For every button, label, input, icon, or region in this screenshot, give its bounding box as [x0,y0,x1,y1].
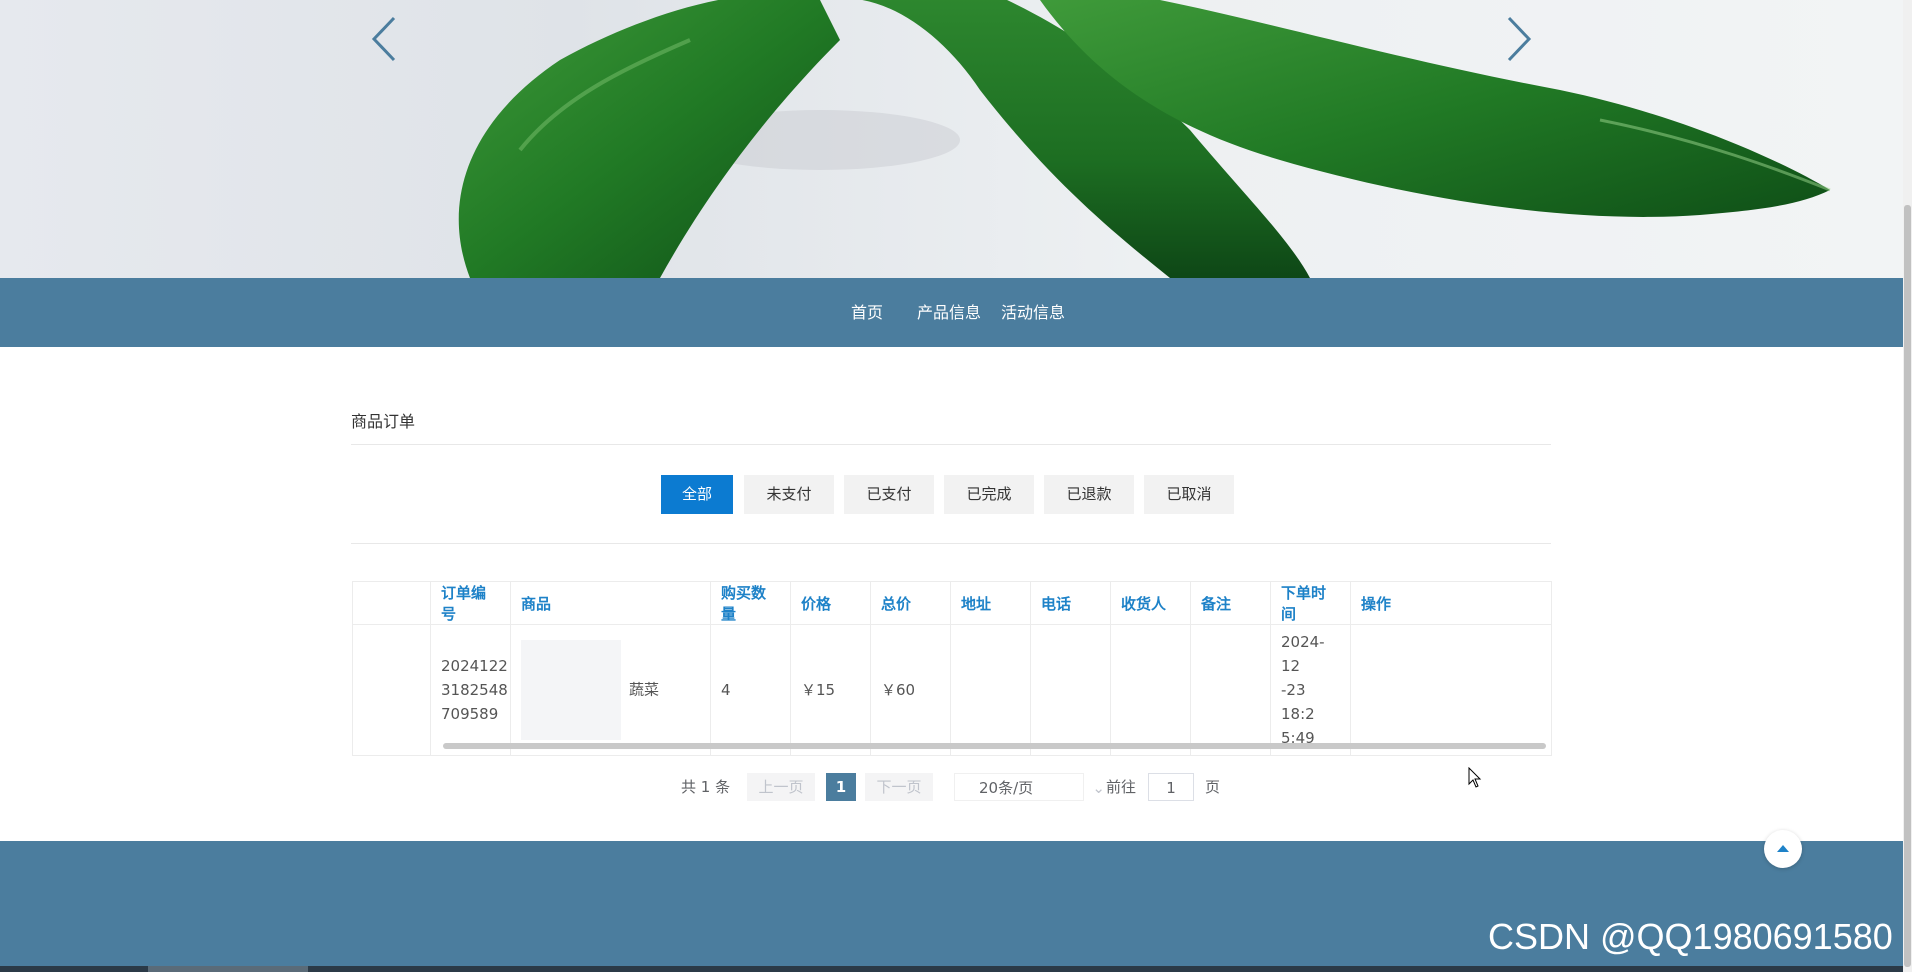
cucumber-image [458,0,1831,278]
header-address: 地址 [950,581,1031,625]
tab-unpaid[interactable]: 未支付 [744,475,834,514]
cell-total: ￥60 [870,624,951,756]
bottom-strip [0,966,1903,972]
table-horizontal-scrollbar[interactable] [443,743,1546,749]
cell-note [1190,624,1271,756]
pagination-goto-label: 前往 [1106,778,1137,796]
page-scrollbar[interactable] [1903,0,1912,972]
header-note: 备注 [1190,581,1271,625]
header-receiver: 收货人 [1110,581,1191,625]
divider [351,444,1551,445]
header-price: 价格 [790,581,871,625]
header-order-time: 下单时间 [1270,581,1351,625]
pagination-next-button[interactable]: 下一页 [865,773,933,801]
page-size-value: 20条/页 [979,779,1034,797]
carousel-prev-button[interactable] [366,14,406,64]
nav-products[interactable]: 产品信息 [917,278,981,347]
table-row[interactable]: 2024122 3182548 709589 蔬菜 4 ￥15 ￥60 2024… [352,624,1552,756]
cell-phone [1030,624,1111,756]
chevron-left-icon [371,16,396,62]
cell-product: 蔬菜 [510,624,711,756]
cell-receiver [1110,624,1191,756]
main-nav: 首页 产品信息 活动信息 [0,278,1903,347]
header-select [352,581,431,625]
product-name: 蔬菜 [629,680,660,699]
cell-quantity: 4 [710,624,791,756]
header-quantity: 购买数量 [710,581,791,625]
cell-order-time: 2024-12 -23 18:2 5:49 [1270,624,1351,756]
tab-paid[interactable]: 已支付 [844,475,934,514]
tab-all[interactable]: 全部 [661,475,733,514]
caret-up-icon [1777,845,1789,852]
page-title: 商品订单 [351,412,416,431]
watermark: CSDN @QQ1980691580 [1488,916,1893,957]
back-to-top-button[interactable] [1764,830,1802,868]
tab-completed[interactable]: 已完成 [944,475,1034,514]
cell-price: ￥15 [790,624,871,756]
hero-banner [0,0,1903,278]
pagination-page-suffix: 页 [1205,778,1221,796]
tab-refunded[interactable]: 已退款 [1044,475,1134,514]
header-action: 操作 [1350,581,1552,625]
pagination-total: 共 1 条 [681,778,731,796]
carousel-next-button[interactable] [1497,14,1537,64]
header-product: 商品 [510,581,711,625]
cell-order-no: 2024122 3182548 709589 [430,624,511,756]
nav-activities[interactable]: 活动信息 [1001,278,1065,347]
orders-table: 订单编号 商品 购买数量 价格 总价 地址 电话 收货人 备注 下单时间 操作 … [352,581,1552,756]
cell-address [950,624,1031,756]
cell-action[interactable] [1350,624,1552,756]
header-phone: 电话 [1030,581,1111,625]
pagination-goto-input[interactable]: 1 [1148,773,1194,801]
header-order-no: 订单编号 [430,581,511,625]
cell-select [352,624,431,756]
header-total: 总价 [870,581,951,625]
scrollbar-thumb[interactable] [1904,205,1911,967]
table-header-row: 订单编号 商品 购买数量 价格 总价 地址 电话 收货人 备注 下单时间 操作 [352,581,1552,625]
pagination-page-1[interactable]: 1 [826,773,856,801]
chevron-down-icon: ⌄ [1092,779,1105,797]
page-size-select[interactable]: 20条/页 ⌄ [954,773,1105,801]
mouse-cursor-icon [1468,767,1482,788]
pagination-prev-button[interactable]: 上一页 [747,773,815,801]
divider [351,543,1551,544]
chevron-right-icon [1507,16,1532,62]
product-image [521,640,621,740]
tab-cancelled[interactable]: 已取消 [1144,475,1234,514]
nav-home[interactable]: 首页 [851,278,883,347]
